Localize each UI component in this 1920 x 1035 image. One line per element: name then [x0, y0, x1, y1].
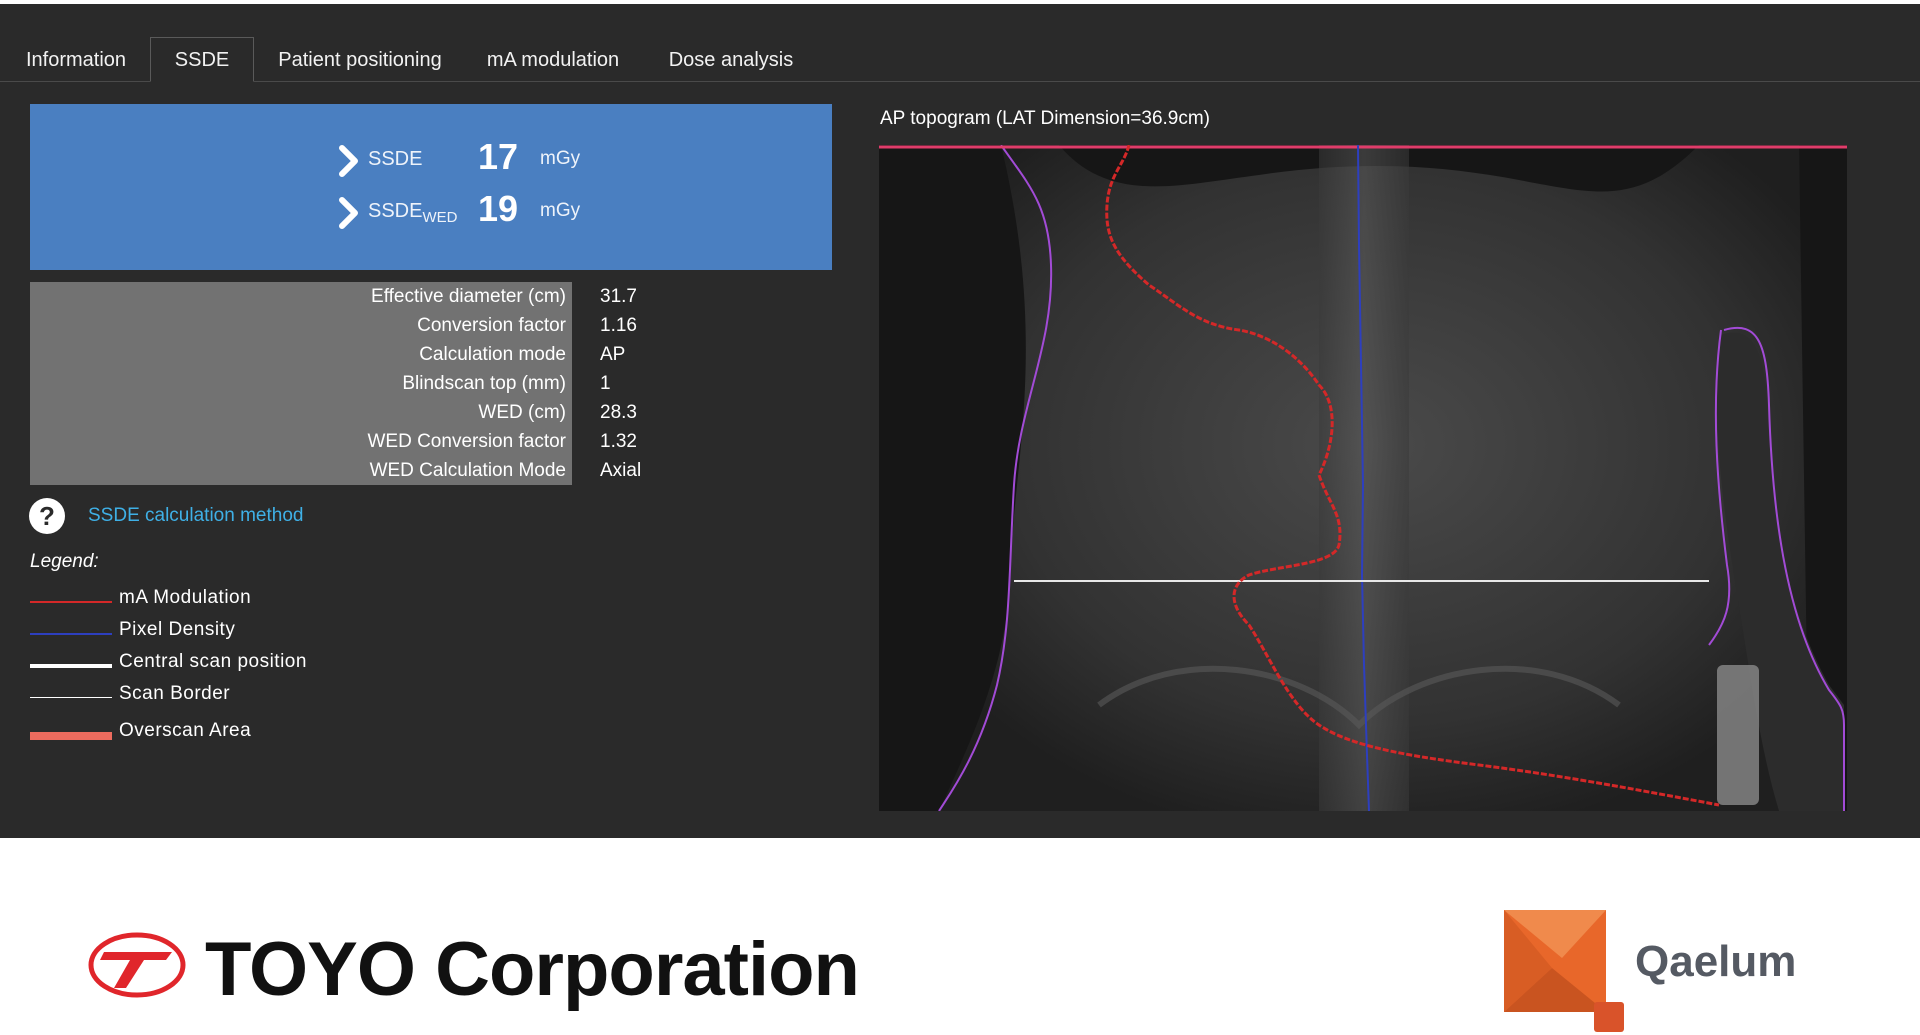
ssde-info-table: Effective diameter (cm) 31.7 Conversion … — [30, 282, 650, 485]
toyo-corporation-logo-text: TOYO Corporation — [205, 927, 860, 1012]
info-label: WED Conversion factor — [30, 427, 572, 456]
legend-swatch — [30, 664, 112, 668]
info-row-conversion-factor: Conversion factor 1.16 — [30, 311, 650, 340]
toyo-logo-mark — [88, 932, 186, 998]
legend-title: Legend: — [30, 551, 99, 572]
topogram-title: AP topogram (LAT Dimension=36.9cm) — [880, 108, 1211, 129]
chevron-right-icon — [339, 197, 358, 229]
legend-item-pixel-density: Pixel Density — [30, 619, 430, 643]
qaelum-logo-mark — [1504, 910, 1624, 1032]
legend-swatch — [30, 633, 112, 635]
tab-ssde[interactable]: SSDE — [150, 37, 254, 82]
ssde-summary-panel: SSDE 17 mGy SSDEWED 19 mGy — [30, 104, 832, 270]
legend-label: Overscan Area — [119, 720, 252, 741]
info-label: WED (cm) — [30, 398, 572, 427]
tab-dose-analysis[interactable]: Dose analysis — [656, 38, 806, 82]
info-label: Calculation mode — [30, 340, 572, 369]
legend-swatch — [30, 697, 112, 698]
tab-ma-modulation[interactable]: mA modulation — [478, 38, 628, 82]
question-circle-icon[interactable]: ? — [29, 498, 65, 534]
legend-item-ma-modulation: mA Modulation — [30, 587, 430, 611]
spine-shadow — [1319, 145, 1409, 811]
info-value: 1.16 — [600, 315, 637, 336]
ssde-calculation-method-link[interactable]: SSDE calculation method — [88, 505, 303, 527]
info-label: Conversion factor — [30, 311, 572, 340]
info-value: 1.32 — [600, 431, 637, 452]
qaelum-logo-text: Qaelum — [1635, 937, 1797, 986]
info-row-effective-diameter: Effective diameter (cm) 31.7 — [30, 282, 650, 311]
ssde-row: SSDE 17 mGy — [30, 136, 832, 186]
ssde-label: SSDE — [368, 148, 423, 170]
ssde-wed-label: SSDEWED — [368, 200, 458, 226]
ssde-wed-unit: mGy — [540, 200, 581, 221]
ssde-wed-row: SSDEWED 19 mGy — [30, 188, 832, 238]
legend-item-overscan-area: Overscan Area — [30, 720, 430, 744]
info-row-blindscan-top: Blindscan top (mm) 1 — [30, 369, 650, 398]
info-value: AP — [600, 344, 626, 365]
info-row-wed: WED (cm) 28.3 — [30, 398, 650, 427]
legend-item-central-scan-position: Central scan position — [30, 651, 430, 675]
top-strip — [0, 0, 1920, 4]
app-window: Information SSDE Patient positioning mA … — [0, 0, 1920, 838]
info-label: Blindscan top (mm) — [30, 369, 572, 398]
legend-label: mA Modulation — [119, 587, 252, 608]
device-artifact — [1717, 665, 1759, 805]
legend-label: Scan Border — [119, 683, 231, 704]
legend-swatch — [30, 732, 112, 740]
info-value: 31.7 — [600, 286, 637, 307]
ssde-value: 17 — [478, 136, 519, 177]
legend-label: Pixel Density — [119, 619, 236, 640]
ssde-wed-value: 19 — [478, 188, 519, 229]
info-label: Effective diameter (cm) — [30, 282, 572, 311]
chevron-right-icon — [339, 145, 358, 177]
info-label: WED Calculation Mode — [30, 456, 572, 485]
info-row-calculation-mode: Calculation mode AP — [30, 340, 650, 369]
info-row-wed-conversion-factor: WED Conversion factor 1.32 — [30, 427, 650, 456]
tab-information[interactable]: Information — [10, 38, 142, 82]
ssde-unit: mGy — [540, 148, 581, 169]
legend-item-scan-border: Scan Border — [30, 683, 430, 707]
legend-label: Central scan position — [119, 651, 307, 672]
info-value: 1 — [600, 373, 611, 394]
info-value: Axial — [600, 460, 642, 481]
legend-swatch — [30, 601, 112, 603]
tab-patient-positioning[interactable]: Patient positioning — [270, 38, 450, 82]
info-row-wed-calculation-mode: WED Calculation Mode Axial — [30, 456, 650, 485]
tab-bar: Information SSDE Patient positioning mA … — [0, 37, 1920, 82]
ap-topogram-image[interactable] — [879, 145, 1847, 811]
info-value: 28.3 — [600, 402, 637, 423]
